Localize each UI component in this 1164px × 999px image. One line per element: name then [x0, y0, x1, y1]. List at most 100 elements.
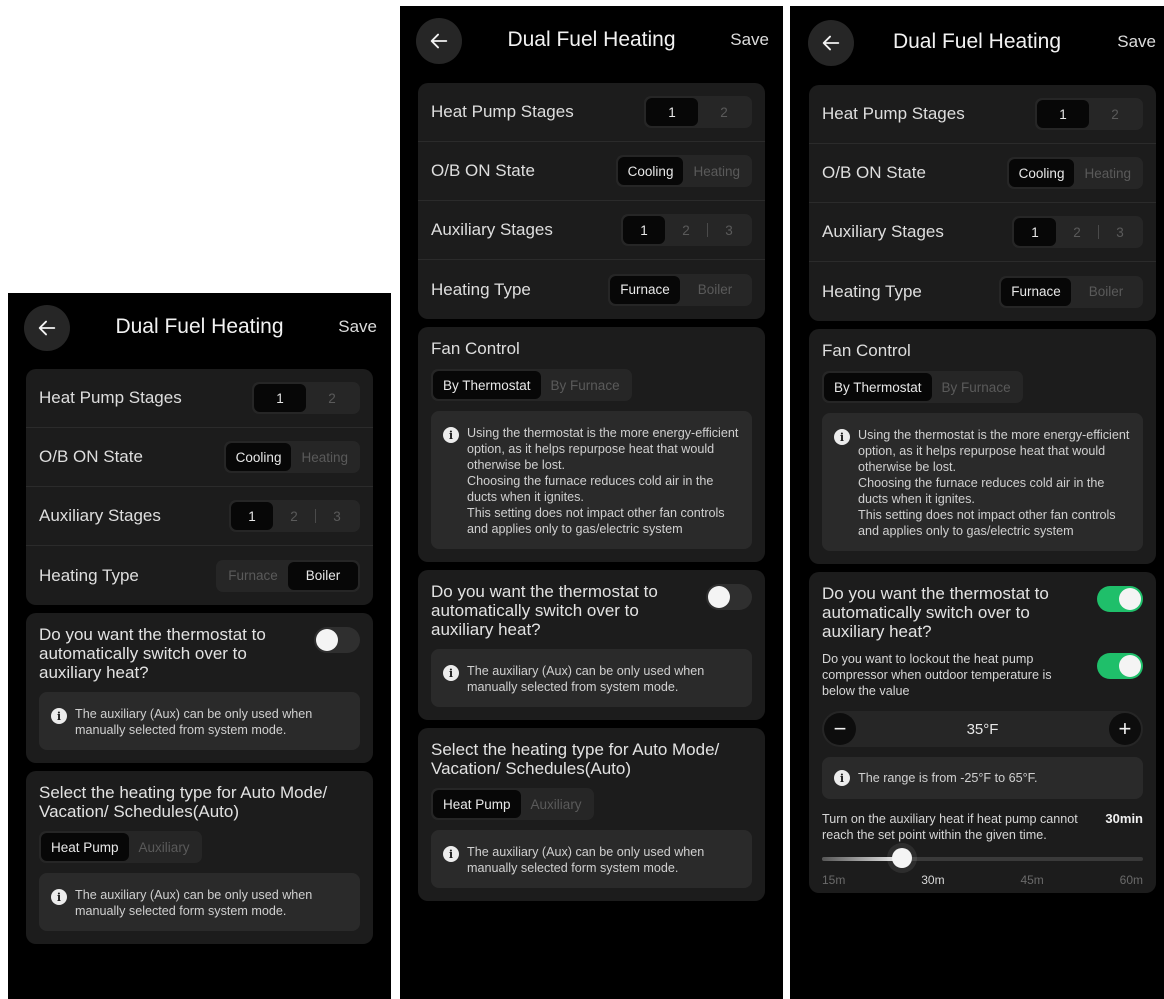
ob-state-option-heating[interactable]: Heating [683, 157, 750, 185]
heat-pump-stages-option-1[interactable]: 1 [646, 98, 698, 126]
aux-stages-option-1[interactable]: 1 [1014, 218, 1056, 246]
heat-pump-stages-selector: 1 2 [644, 96, 752, 128]
heat-pump-stages-option-2[interactable]: 2 [306, 384, 358, 412]
ob-state-option-cooling[interactable]: Cooling [225, 443, 292, 471]
toggle-knob [1119, 655, 1141, 677]
info-icon: i [51, 708, 67, 724]
fan-control-title: Fan Control [431, 339, 520, 358]
heat-pump-stages-label: Heat Pump Stages [39, 388, 182, 407]
header: Dual Fuel Heating Save [400, 6, 783, 68]
auto-switch-card: Do you want the thermostat to automatica… [26, 613, 373, 763]
heat-source-info-text: The auxiliary (Aux) can be only used whe… [75, 888, 313, 918]
ob-state-option-cooling[interactable]: Cooling [617, 157, 684, 185]
heat-pump-stages-option-1[interactable]: 1 [1037, 100, 1089, 128]
fan-control-option-thermostat[interactable]: By Thermostat [433, 371, 541, 399]
toggle-knob [1119, 588, 1141, 610]
ob-state-selector: Cooling Heating [223, 441, 360, 473]
aux-stages-label: Auxiliary Stages [431, 220, 553, 239]
heat-source-title: Select the heating type for Auto Mode/ V… [431, 740, 720, 778]
info-icon: i [51, 889, 67, 905]
heat-source-option-heat-pump[interactable]: Heat Pump [41, 833, 129, 861]
aux-stages-option-1[interactable]: 1 [231, 502, 273, 530]
fan-control-option-thermostat[interactable]: By Thermostat [824, 373, 932, 401]
info-icon: i [443, 665, 459, 681]
auto-switch-question: Do you want the thermostat to automatica… [431, 582, 658, 639]
heat-source-option-heat-pump[interactable]: Heat Pump [433, 790, 521, 818]
aux-stages-selector: 1 2 3 [229, 500, 360, 532]
auto-switch-question: Do you want the thermostat to automatica… [822, 584, 1049, 641]
fan-control-option-furnace[interactable]: By Furnace [541, 371, 630, 399]
ob-state-label: O/B ON State [39, 447, 143, 466]
screen-aux-switch-enabled: Dual Fuel Heating Save Heat Pump Stages … [790, 6, 1164, 999]
heat-pump-stages-option-1[interactable]: 1 [254, 384, 306, 412]
info-icon: i [443, 846, 459, 862]
heat-pump-stages-label: Heat Pump Stages [431, 102, 574, 121]
save-button[interactable]: Save [1117, 32, 1156, 52]
fan-info-line-2: Choosing the furnace reduces cold air in… [858, 476, 1105, 506]
aux-stages-option-2[interactable]: 2 [273, 502, 315, 530]
ob-state-row: O/B ON State Cooling Heating [809, 144, 1156, 203]
save-button[interactable]: Save [338, 317, 377, 337]
aux-stages-option-3[interactable]: 3 [708, 216, 750, 244]
fan-control-selector: By Thermostat By Furnace [822, 371, 1023, 403]
aux-stages-option-1[interactable]: 1 [623, 216, 665, 244]
auto-switch-info-text: The auxiliary (Aux) can be only used whe… [467, 664, 705, 694]
heating-type-selector: Furnace Boiler [999, 275, 1143, 308]
heat-pump-stages-row: Heat Pump Stages 1 2 [809, 85, 1156, 144]
page-title: Dual Fuel Heating [892, 30, 1062, 53]
page-title: Dual Fuel Heating [115, 315, 284, 338]
aux-stages-option-2[interactable]: 2 [665, 216, 707, 244]
range-info: i The range is from -25°F to 65°F. [822, 757, 1143, 799]
heating-type-option-furnace[interactable]: Furnace [610, 275, 680, 304]
heating-type-label: Heating Type [39, 565, 139, 585]
aux-timer-slider[interactable] [822, 847, 1143, 871]
ob-state-option-heating[interactable]: Heating [1074, 159, 1141, 187]
fan-control-info: i Using the thermostat is the more energ… [431, 411, 752, 549]
heating-type-option-furnace[interactable]: Furnace [1001, 277, 1071, 306]
heat-pump-stages-row: Heat Pump Stages 1 2 [418, 83, 765, 142]
heating-type-option-furnace[interactable]: Furnace [218, 562, 288, 590]
slider-thumb[interactable] [892, 848, 913, 868]
heating-type-selector: Furnace Boiler [216, 559, 360, 592]
auto-switch-toggle[interactable] [706, 584, 752, 610]
heat-source-option-auxiliary[interactable]: Auxiliary [521, 790, 592, 818]
heating-type-option-boiler[interactable]: Boiler [680, 276, 750, 304]
slider-ticks: 15m 30m 45m 60m [822, 873, 1143, 887]
tick-label: 30m [921, 873, 945, 887]
ob-state-option-heating[interactable]: Heating [291, 443, 358, 471]
aux-stages-option-2[interactable]: 2 [1056, 218, 1098, 246]
info-icon: i [443, 427, 459, 443]
heat-pump-stages-option-2[interactable]: 2 [1089, 100, 1141, 128]
settings-card: Heat Pump Stages 1 2 O/B ON State Coolin… [809, 85, 1156, 321]
heating-type-selector: Furnace Boiler [608, 273, 752, 306]
save-button[interactable]: Save [730, 30, 769, 50]
ob-state-selector: Cooling Heating [615, 155, 752, 187]
heat-source-option-auxiliary[interactable]: Auxiliary [129, 833, 200, 861]
settings-card: Heat Pump Stages 1 2 O/B ON State Coolin… [418, 83, 765, 319]
heating-type-option-boiler[interactable]: Boiler [1071, 278, 1141, 306]
heat-pump-stages-option-2[interactable]: 2 [698, 98, 750, 126]
fan-control-info-text: Using the thermostat is the more energy-… [467, 425, 740, 537]
auto-switch-toggle[interactable] [1097, 586, 1143, 612]
aux-stages-row: Auxiliary Stages 1 2 3 [26, 487, 373, 546]
slider-fill [822, 857, 903, 861]
lockout-question: Do you want to lockout the heat pump com… [822, 652, 1052, 698]
fan-control-selector: By Thermostat By Furnace [431, 369, 632, 401]
heat-source-title: Select the heating type for Auto Mode/ V… [39, 783, 328, 821]
fan-control-option-furnace[interactable]: By Furnace [932, 373, 1021, 401]
info-icon: i [834, 429, 850, 445]
aux-stages-label: Auxiliary Stages [822, 222, 944, 241]
lockout-toggle[interactable] [1097, 653, 1143, 679]
heating-type-option-boiler[interactable]: Boiler [288, 561, 358, 590]
auto-switch-toggle[interactable] [314, 627, 360, 653]
fan-info-line-1: Using the thermostat is the more energy-… [467, 426, 739, 472]
ob-state-label: O/B ON State [431, 161, 535, 180]
decrease-temperature-button[interactable]: − [824, 713, 856, 745]
ob-state-option-cooling[interactable]: Cooling [1008, 159, 1075, 187]
increase-temperature-button[interactable]: + [1108, 713, 1141, 745]
aux-stages-option-3[interactable]: 3 [316, 502, 358, 530]
aux-stages-option-3[interactable]: 3 [1099, 218, 1141, 246]
auto-switch-info-text: The auxiliary (Aux) can be only used whe… [75, 707, 313, 737]
aux-timer-description: Turn on the auxiliary heat if heat pump … [822, 812, 1078, 842]
aux-timer-value: 30min [1105, 811, 1143, 826]
